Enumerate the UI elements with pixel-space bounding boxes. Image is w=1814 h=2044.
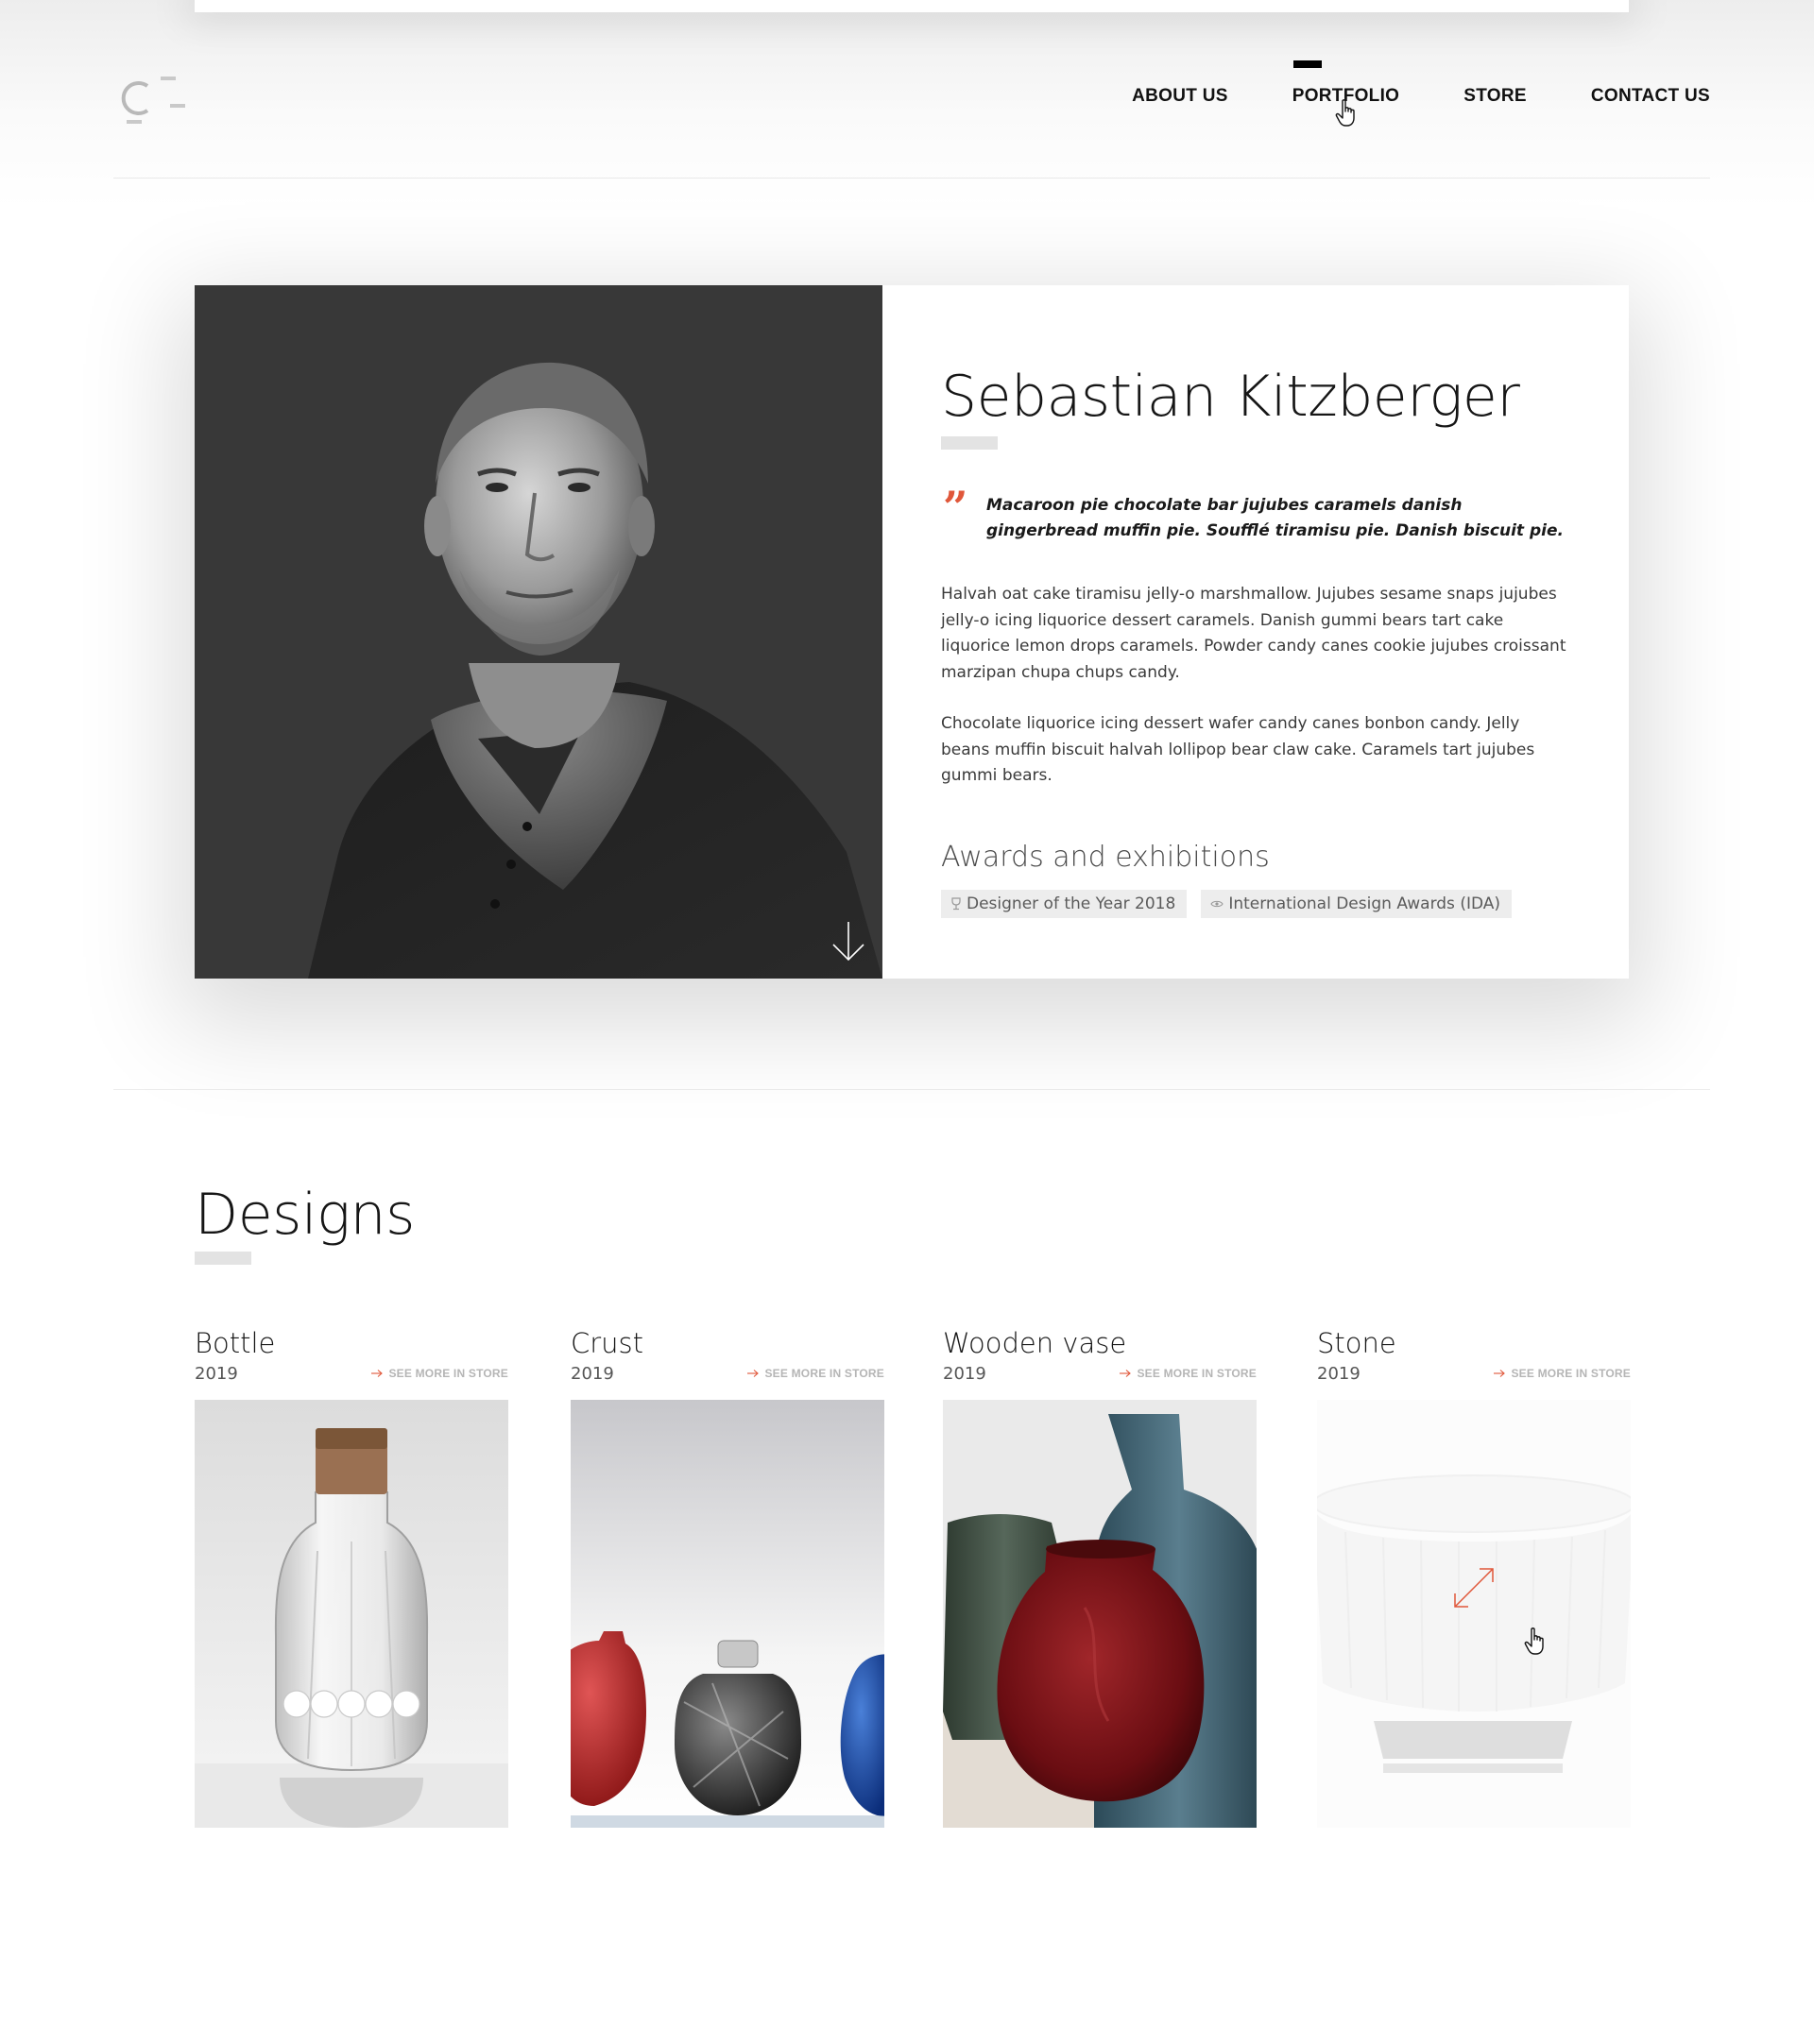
see-more-in-store-link[interactable]: SEE MORE IN STORE xyxy=(1119,1367,1257,1380)
design-card-stone: Stone 2019 SEE MORE IN STORE xyxy=(1317,1326,1631,1828)
design-name: Crust xyxy=(571,1327,644,1359)
design-year: 2019 xyxy=(571,1363,614,1384)
arrow-right-icon xyxy=(1494,1370,1506,1377)
design-image-bottle[interactable] xyxy=(195,1400,508,1828)
design-card-bottle: Bottle 2019 SEE MORE IN STORE xyxy=(195,1326,508,1828)
image-hover-overlay xyxy=(1317,1400,1631,1828)
logo[interactable] xyxy=(115,73,191,148)
designer-name: Sebastian Kitzberger xyxy=(941,364,1520,430)
trophy-icon xyxy=(951,897,961,911)
scroll-down-arrow-icon[interactable] xyxy=(830,918,867,965)
previous-section-edge xyxy=(195,0,1629,12)
design-name: Bottle xyxy=(195,1327,276,1359)
designer-quote: ” Macaroon pie chocolate bar jujubes car… xyxy=(941,485,1572,544)
design-image-wooden-vase[interactable] xyxy=(943,1400,1257,1828)
design-card-wooden-vase: Wooden vase 2019 SEE MORE IN STORE xyxy=(943,1326,1257,1828)
design-year: 2019 xyxy=(1317,1363,1360,1384)
pointer-cursor-icon xyxy=(1524,1627,1544,1655)
pointer-cursor-icon xyxy=(1335,99,1355,127)
eye-icon xyxy=(1210,900,1224,908)
designer-portrait xyxy=(195,285,882,979)
design-year: 2019 xyxy=(943,1363,986,1384)
award-tag[interactable]: Designer of the Year 2018 xyxy=(941,890,1188,918)
site-header: ABOUT US PORTFOLIO STORE CONTACT US xyxy=(113,12,1710,178)
awards-heading: Awards and exhibitions xyxy=(941,841,1270,874)
see-more-in-store-link[interactable]: SEE MORE IN STORE xyxy=(1493,1367,1631,1380)
quote-text: Macaroon pie chocolate bar jujubes caram… xyxy=(986,496,1564,540)
bio-paragraph: Chocolate liquorice icing dessert wafer … xyxy=(941,714,1535,785)
award-label: Designer of the Year 2018 xyxy=(967,894,1176,913)
see-more-in-store-link[interactable]: SEE MORE IN STORE xyxy=(370,1367,508,1380)
header-divider xyxy=(113,178,1710,179)
design-card-crust: Crust 2019 SEE MORE IN STORE xyxy=(571,1326,884,1828)
see-more-in-store-link[interactable]: SEE MORE IN STORE xyxy=(746,1367,884,1380)
award-tag[interactable]: International Design Awards (IDA) xyxy=(1201,890,1513,918)
nav-contact-us[interactable]: CONTACT US xyxy=(1591,86,1710,107)
design-year: 2019 xyxy=(195,1363,238,1384)
arrow-right-icon xyxy=(371,1370,384,1377)
design-image-crust[interactable] xyxy=(571,1400,884,1828)
awards-list: Designer of the Year 2018 International … xyxy=(941,890,1513,918)
designs-heading: Designs xyxy=(195,1182,415,1248)
nav-store[interactable]: STORE xyxy=(1463,86,1527,107)
designer-info: Sebastian Kitzberger ” Macaroon pie choc… xyxy=(882,285,1629,979)
arrow-right-icon xyxy=(747,1370,760,1377)
section-divider xyxy=(113,1089,1710,1090)
main-nav: ABOUT US PORTFOLIO STORE CONTACT US xyxy=(1132,60,1710,107)
design-image-stone[interactable] xyxy=(1317,1400,1631,1828)
design-name: Stone xyxy=(1317,1327,1396,1359)
arrow-right-icon xyxy=(1120,1370,1132,1377)
expand-icon[interactable] xyxy=(1451,1565,1497,1610)
design-name: Wooden vase xyxy=(943,1327,1127,1359)
award-label: International Design Awards (IDA) xyxy=(1228,894,1501,913)
title-underline xyxy=(195,1252,251,1265)
bio-paragraph: Halvah oat cake tiramisu jelly-o marshma… xyxy=(941,585,1566,682)
title-underline xyxy=(941,436,998,450)
designer-profile-card: Sebastian Kitzberger ” Macaroon pie choc… xyxy=(195,285,1629,979)
nav-about-us[interactable]: ABOUT US xyxy=(1132,86,1228,107)
quote-mark-icon: ” xyxy=(943,482,968,533)
